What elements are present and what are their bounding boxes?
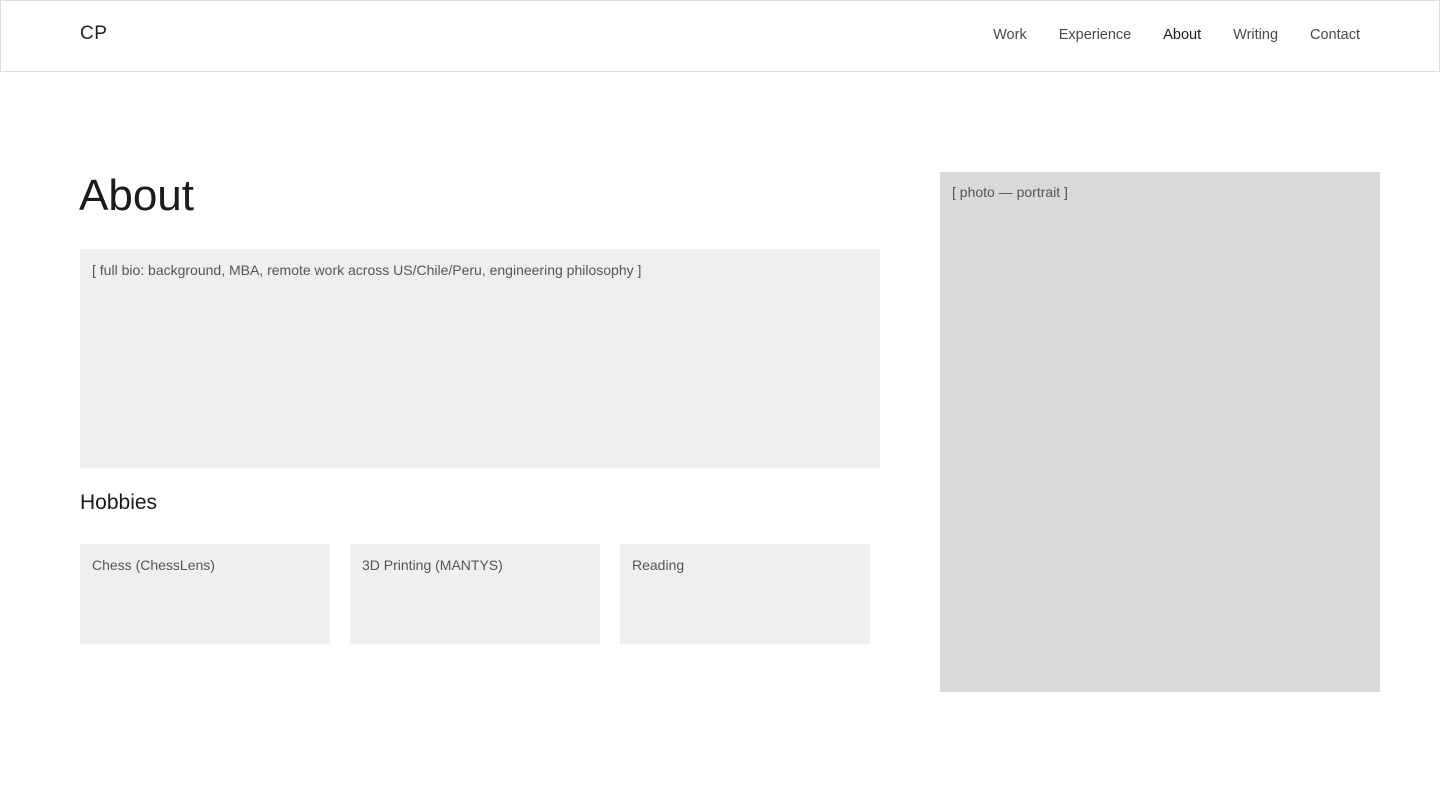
main-nav: Work Experience About Writing Contact: [993, 27, 1360, 43]
portrait-photo-placeholder: [ photo — portrait ]: [940, 172, 1380, 692]
bio-placeholder: [ full bio: background, MBA, remote work…: [80, 249, 880, 468]
hobbies-heading: Hobbies: [80, 491, 158, 514]
site-header: CP Work Experience About Writing Contact: [0, 0, 1440, 72]
hobby-label: 3D Printing (MANTYS): [362, 557, 503, 573]
nav-about[interactable]: About: [1163, 27, 1201, 43]
hobby-card-3d-printing: 3D Printing (MANTYS): [350, 544, 600, 644]
nav-work[interactable]: Work: [993, 27, 1027, 43]
page-title: About: [79, 171, 194, 220]
photo-placeholder-text: [ photo — portrait ]: [952, 184, 1068, 200]
hobby-label: Reading: [632, 557, 685, 573]
bio-placeholder-text: [ full bio: background, MBA, remote work…: [92, 262, 642, 278]
hobby-card-chess: Chess (ChessLens): [80, 544, 330, 644]
nav-experience[interactable]: Experience: [1059, 27, 1132, 43]
logo-link[interactable]: CP: [80, 23, 107, 45]
page: CP Work Experience About Writing Contact…: [0, 0, 1440, 792]
hobby-label: Chess (ChessLens): [92, 557, 215, 573]
nav-contact[interactable]: Contact: [1310, 27, 1360, 43]
hobby-card-reading: Reading: [620, 544, 870, 644]
nav-writing[interactable]: Writing: [1233, 27, 1278, 43]
